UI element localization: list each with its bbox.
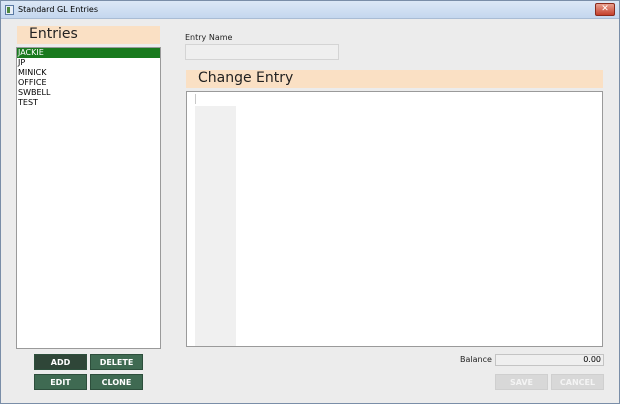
list-item[interactable]: OFFICE <box>17 78 160 88</box>
close-icon: ✕ <box>601 4 609 14</box>
entry-name-field[interactable] <box>185 44 339 60</box>
save-button[interactable]: SAVE <box>495 374 548 390</box>
add-button[interactable]: ADD <box>34 354 87 370</box>
list-item[interactable]: SWBELL <box>17 88 160 98</box>
list-item[interactable]: JACKIE <box>17 48 160 58</box>
standard-gl-entries-window: Standard GL Entries ✕ Entries JACKIE JP … <box>0 0 620 404</box>
list-item[interactable]: MINICK <box>17 68 160 78</box>
app-icon <box>5 5 14 15</box>
entries-header: Entries <box>17 26 160 44</box>
cancel-button[interactable]: CANCEL <box>551 374 604 390</box>
entry-name-label: Entry Name <box>185 33 233 42</box>
client-area: Entries JACKIE JP MINICK OFFICE SWBELL T… <box>2 20 619 403</box>
entry-gutter <box>195 106 236 346</box>
edit-button[interactable]: EDIT <box>34 374 87 390</box>
list-item[interactable]: TEST <box>17 98 160 108</box>
balance-value: 0.00 <box>495 354 604 366</box>
change-entry-header: Change Entry <box>186 70 603 88</box>
balance-label: Balance <box>460 355 492 364</box>
window-title: Standard GL Entries <box>18 5 98 14</box>
list-item[interactable]: JP <box>17 58 160 68</box>
title-bar[interactable]: Standard GL Entries ✕ <box>1 1 619 19</box>
entry-caret <box>195 94 196 104</box>
close-button[interactable]: ✕ <box>595 3 615 16</box>
clone-button[interactable]: CLONE <box>90 374 143 390</box>
entries-list[interactable]: JACKIE JP MINICK OFFICE SWBELL TEST <box>16 47 161 349</box>
entry-editor-area[interactable] <box>186 91 603 347</box>
delete-button[interactable]: DELETE <box>90 354 143 370</box>
